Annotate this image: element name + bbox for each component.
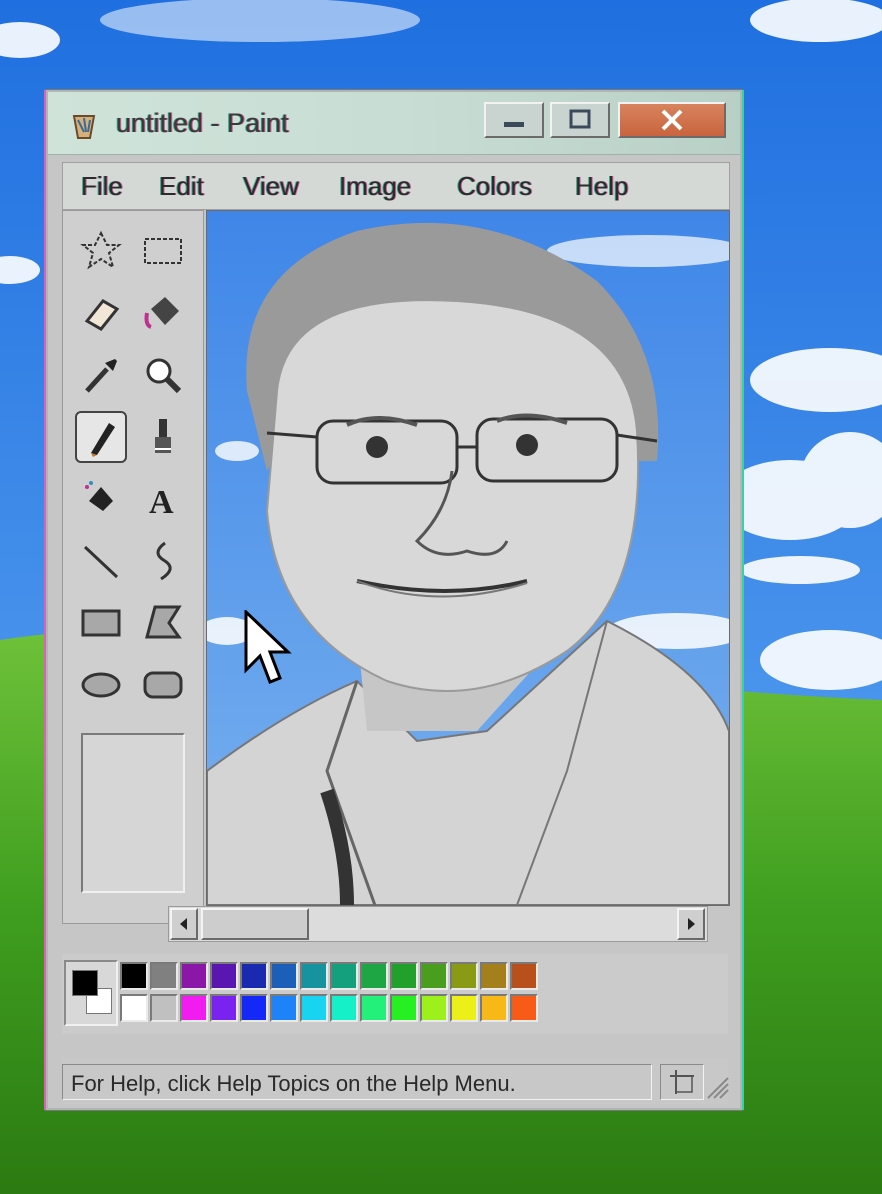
palette-swatch[interactable] [330, 962, 358, 990]
palette-swatch[interactable] [360, 962, 388, 990]
current-colors[interactable] [64, 960, 118, 1026]
palette-swatch[interactable] [150, 994, 178, 1022]
tool-options-box[interactable] [81, 733, 185, 893]
eraser-icon [84, 299, 120, 331]
tool-brush[interactable] [137, 411, 189, 463]
menu-view[interactable]: View [243, 171, 299, 202]
cursor-position-icon [670, 1070, 694, 1094]
text-icon: A [149, 484, 174, 521]
drawing-canvas[interactable] [206, 210, 730, 906]
palette-swatch[interactable] [210, 962, 238, 990]
svg-text:A: A [149, 484, 174, 521]
minimize-button[interactable] [484, 102, 544, 138]
color-box [62, 954, 728, 1034]
polygon-icon [145, 605, 182, 639]
palette-swatch[interactable] [450, 994, 478, 1022]
menu-edit[interactable]: Edit [159, 171, 204, 202]
fill-bucket-icon [144, 297, 179, 329]
pencil-icon [91, 423, 115, 457]
menu-image[interactable]: Image [339, 171, 411, 202]
resize-grip-icon[interactable] [706, 1068, 730, 1100]
palette-swatch[interactable] [390, 994, 418, 1022]
line-icon [83, 545, 119, 579]
tool-box: A [62, 210, 204, 924]
tool-polygon[interactable] [137, 597, 189, 649]
palette-swatch[interactable] [300, 962, 328, 990]
palette-swatch[interactable] [210, 994, 238, 1022]
horizontal-scrollbar[interactable] [168, 906, 708, 942]
rounded-rectangle-icon [143, 671, 183, 699]
rect-select-icon [144, 238, 182, 264]
title-bar[interactable]: untitled - Paint [48, 92, 740, 155]
tool-line[interactable] [75, 535, 127, 587]
palette-swatch[interactable] [300, 994, 328, 1022]
tool-magnifier[interactable] [137, 349, 189, 401]
maximize-button[interactable] [550, 102, 610, 138]
window-title: untitled - Paint [116, 108, 289, 138]
palette-swatch[interactable] [510, 994, 538, 1022]
palette-swatch[interactable] [420, 962, 448, 990]
menu-file[interactable]: File [81, 171, 123, 202]
arrow-right-icon [688, 918, 695, 930]
tool-airbrush[interactable] [75, 473, 127, 525]
magnifier-icon [146, 358, 182, 394]
status-bar: For Help, click Help Topics on the Help … [62, 1058, 730, 1104]
paint-app-icon [72, 115, 96, 139]
palette-swatch[interactable] [120, 994, 148, 1022]
scroll-thumb[interactable] [201, 908, 309, 940]
tool-text[interactable]: A [137, 473, 189, 525]
palette-swatch[interactable] [180, 962, 208, 990]
airbrush-icon [85, 481, 113, 511]
brush-icon [155, 419, 171, 453]
tool-rectangle[interactable] [75, 597, 127, 649]
free-form-select-icon [80, 230, 122, 270]
tool-ellipse[interactable] [75, 659, 127, 711]
palette-swatch[interactable] [480, 994, 508, 1022]
scroll-left-button[interactable] [170, 908, 198, 940]
minimize-icon [504, 122, 524, 127]
curve-icon [156, 541, 172, 581]
tool-pencil[interactable] [75, 411, 127, 463]
palette-swatch[interactable] [360, 994, 388, 1022]
paint-window: untitled - Paint File Edit View Image Co… [46, 90, 742, 1110]
tool-free-form-select[interactable] [75, 225, 127, 277]
palette-swatch[interactable] [480, 962, 508, 990]
palette-swatch[interactable] [510, 962, 538, 990]
tool-eraser[interactable] [75, 287, 127, 339]
menu-bar: File Edit View Image Colors Help [62, 162, 730, 210]
arrow-left-icon [180, 918, 187, 930]
palette-swatch[interactable] [330, 994, 358, 1022]
mouse-cursor-icon [244, 610, 292, 684]
color-picker-icon [85, 359, 117, 393]
palette-swatch[interactable] [270, 994, 298, 1022]
palette-swatch[interactable] [390, 962, 418, 990]
menu-colors[interactable]: Colors [457, 171, 532, 202]
palette-swatch[interactable] [450, 962, 478, 990]
status-position-panel [660, 1064, 704, 1100]
canvas-drawing [207, 211, 729, 905]
close-icon [661, 109, 683, 131]
status-help-text: For Help, click Help Topics on the Help … [62, 1064, 652, 1100]
palette-swatch[interactable] [270, 962, 298, 990]
palette-swatch[interactable] [120, 962, 148, 990]
scroll-right-button[interactable] [677, 908, 705, 940]
tool-rounded-rectangle[interactable] [137, 659, 189, 711]
tool-fill[interactable] [137, 287, 189, 339]
palette-swatch[interactable] [180, 994, 208, 1022]
maximize-icon [569, 109, 591, 129]
palette-swatch[interactable] [240, 994, 268, 1022]
palette-swatch[interactable] [240, 962, 268, 990]
palette-swatch[interactable] [420, 994, 448, 1022]
foreground-color-swatch [72, 970, 98, 996]
tool-color-picker[interactable] [75, 349, 127, 401]
tool-curve[interactable] [137, 535, 189, 587]
palette-swatch[interactable] [150, 962, 178, 990]
menu-help[interactable]: Help [575, 171, 628, 202]
ellipse-icon [81, 672, 121, 698]
close-button[interactable] [618, 102, 726, 138]
rectangle-icon [81, 609, 121, 637]
tool-rect-select[interactable] [137, 225, 189, 277]
